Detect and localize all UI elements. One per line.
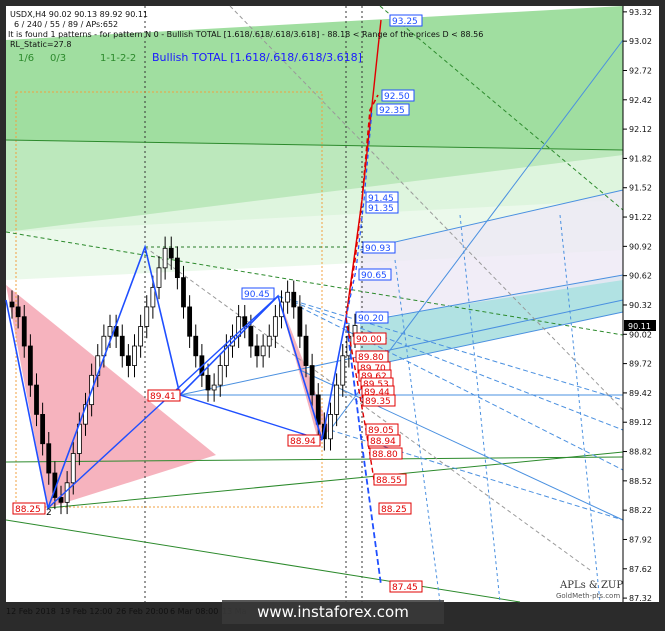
candle-body-21: [138, 326, 144, 347]
candle-body-33: [211, 384, 217, 391]
y-tick-label-6: 91.52: [629, 184, 652, 193]
y-tick-label-8: 90.92: [629, 242, 652, 251]
red-level-15: 88.25: [15, 505, 41, 515]
y-tick-label-2: 92.72: [629, 66, 652, 75]
x-tick-label-3: 6 Mar 08:00: [170, 607, 218, 616]
blue-level-5: 90.93: [365, 244, 391, 254]
candle-body-48: [303, 335, 309, 366]
blue-level-4: 91.35: [368, 204, 394, 214]
candle-body-46: [291, 291, 297, 308]
pivot-label-2: 2: [46, 508, 52, 518]
red-level-14: 88.94: [290, 437, 316, 447]
candle-body-28: [181, 277, 186, 308]
candle-body-47: [297, 306, 303, 337]
candle-body-53: [334, 384, 340, 415]
x-tick-label-1: 19 Feb 12:00: [60, 607, 112, 616]
candle-body-30: [193, 335, 199, 357]
stat-3: 1-1-2-2: [100, 53, 136, 64]
y-tick-label-3: 92.42: [629, 96, 652, 105]
candle-body-20: [132, 345, 137, 366]
candle-body-1: [15, 306, 21, 318]
source-banner[interactable]: www.instaforex.com: [257, 603, 409, 621]
red-level-13: 89.41: [150, 392, 176, 402]
candle-body-49: [309, 365, 315, 396]
candle-body-3: [27, 345, 33, 386]
candle-body-16: [107, 326, 113, 337]
candle-body-45: [285, 291, 291, 303]
red-level-0: 90.00: [356, 335, 382, 345]
y-tick-label-14: 89.12: [629, 418, 652, 427]
y-tick-label-16: 88.52: [629, 477, 652, 486]
candle-body-2: [21, 316, 27, 347]
y-tick-label-12: 89.72: [629, 360, 652, 369]
x-tick-label-2: 26 Feb 20:00: [116, 607, 168, 616]
watermark-site: GoldMeth-pts.com: [556, 592, 620, 600]
blue-level-8: 90.45: [244, 290, 270, 300]
red-level-10: 88.55: [376, 476, 402, 486]
blue-level-0: 93.25: [392, 17, 418, 27]
candle-body-5: [40, 414, 46, 445]
y-tick-label-20: 87.32: [629, 594, 652, 603]
y-tick-label-5: 91.82: [629, 154, 652, 163]
red-level-6: 89.35: [365, 397, 391, 407]
y-tick-label-9: 90.62: [629, 272, 652, 281]
y-tick-label-0: 93.32: [629, 8, 652, 17]
chart-frame: 93.25 92.50 92.35 91.45 91.35 90.93 90.65 90.20…: [0, 0, 665, 627]
y-tick-label-19: 87.62: [629, 565, 652, 574]
red-level-8: 88.94: [370, 437, 396, 447]
x-axis-ticks: 12 Feb 2018 19 Feb 12:00 26 Feb 20:00 6 Mar…: [6, 607, 247, 616]
candle-body-4: [34, 384, 39, 415]
y-tick-label-11: 90.02: [629, 330, 652, 339]
candle-body-27: [174, 257, 180, 279]
y-tick-label-17: 88.22: [629, 506, 652, 515]
candle-body-23: [150, 286, 156, 308]
candle-body-18: [119, 335, 125, 357]
blue-level-1: 92.50: [384, 92, 410, 102]
candle-body-32: [205, 374, 211, 391]
header-line-1: USDX,H4 90.02 90.13 89.92 90.11: [10, 10, 148, 19]
candle-body-6: [46, 443, 52, 474]
candle-body-25: [162, 247, 168, 269]
stat-1: 1/6: [18, 53, 34, 64]
candle-body-26: [168, 247, 174, 259]
stat-2: 0/3: [50, 53, 66, 64]
candle-body-43: [272, 316, 278, 337]
candle-body-10: [70, 453, 76, 484]
blue-level-7: 90.20: [358, 314, 384, 324]
candle-body-39: [248, 326, 254, 347]
y-tick-label-10: 90.32: [629, 301, 652, 310]
pattern-label: Bullish TOTAL [1.618/.618/.618/3.618]: [152, 51, 362, 64]
red-level-12: 87.45: [392, 583, 418, 593]
candle-body-54: [340, 355, 346, 386]
candle-body-34: [217, 365, 223, 386]
red-level-9: 88.80: [372, 450, 398, 460]
candle-body-0: [9, 301, 15, 308]
red-level-11: 88.25: [381, 505, 407, 515]
price-chart[interactable]: 93.2592.5092.3591.4591.3590.9390.6590.20…: [0, 0, 665, 627]
candle-body-24: [156, 267, 162, 288]
blue-level-2: 92.35: [379, 106, 405, 116]
y-tick-label-13: 89.42: [629, 389, 652, 398]
y-tick-label-1: 93.02: [629, 37, 652, 46]
candle-body-22: [144, 306, 150, 327]
header-line-2: 6 / 240 / 55 / 89 / APs:652: [14, 20, 118, 29]
candle-body-40: [254, 345, 260, 357]
candle-body-42: [266, 335, 272, 347]
header-line-3: It is found 1 patterns - for pattern N 0…: [8, 30, 483, 39]
header-line-4: RL_Static=27.8: [10, 40, 71, 49]
y-tick-label-15: 88.82: [629, 448, 652, 457]
candle-body-52: [328, 414, 333, 440]
watermark-apls: APLs & ZUP: [559, 580, 623, 591]
candle-body-29: [187, 306, 193, 337]
current-price: 90.11: [628, 322, 651, 331]
blue-level-6: 90.65: [361, 271, 387, 281]
candle-body-19: [125, 355, 131, 366]
x-tick-label-0: 12 Feb 2018: [6, 607, 56, 616]
y-tick-label-4: 92.12: [629, 125, 652, 134]
y-tick-label-7: 91.22: [629, 213, 652, 222]
candle-body-50: [315, 394, 321, 425]
y-tick-label-18: 87.92: [629, 535, 652, 544]
candle-body-41: [260, 345, 266, 357]
